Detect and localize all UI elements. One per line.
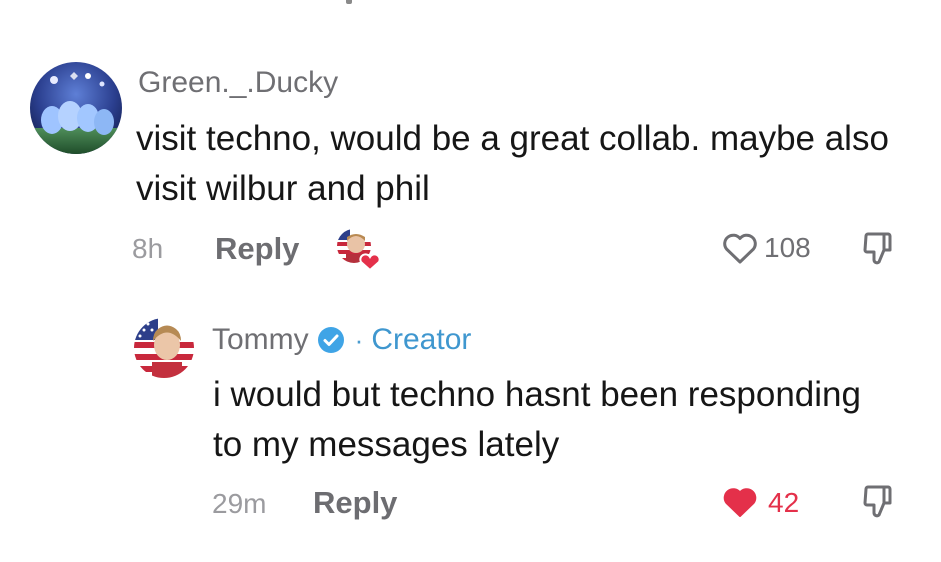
reply-header: Tommy · Creator xyxy=(212,320,471,360)
scroll-indicator xyxy=(346,0,352,4)
comment-timestamp: 29m xyxy=(212,488,267,519)
reply-button[interactable]: Reply xyxy=(313,485,397,521)
reply-button[interactable]: Reply xyxy=(215,231,299,267)
heart-filled-icon xyxy=(359,253,381,272)
thumbs-down-icon[interactable] xyxy=(858,481,900,523)
comments-panel: Green._.Ducky visit techno, would be a g… xyxy=(0,0,941,562)
avatar[interactable] xyxy=(30,62,122,154)
verified-check-icon xyxy=(317,327,344,353)
thumbs-down-icon[interactable] xyxy=(858,228,900,270)
comment-username[interactable]: Green._.Ducky xyxy=(138,66,338,100)
separator-dot: · xyxy=(354,324,364,355)
heart-outline-icon[interactable] xyxy=(720,228,760,268)
heart-filled-icon[interactable] xyxy=(720,482,760,522)
like-count: 42 xyxy=(768,487,800,518)
comment-username[interactable]: Tommy xyxy=(212,323,309,357)
like-count: 108 xyxy=(764,232,811,263)
comment-text: visit techno, would be a great collab. m… xyxy=(136,119,889,208)
comment-text: i would but techno hasnt been responding… xyxy=(213,375,861,464)
avatar[interactable] xyxy=(134,318,194,378)
comment-timestamp: 8h xyxy=(132,233,164,264)
creator-liked-badge xyxy=(334,226,382,274)
creator-badge: Creator xyxy=(371,323,472,356)
